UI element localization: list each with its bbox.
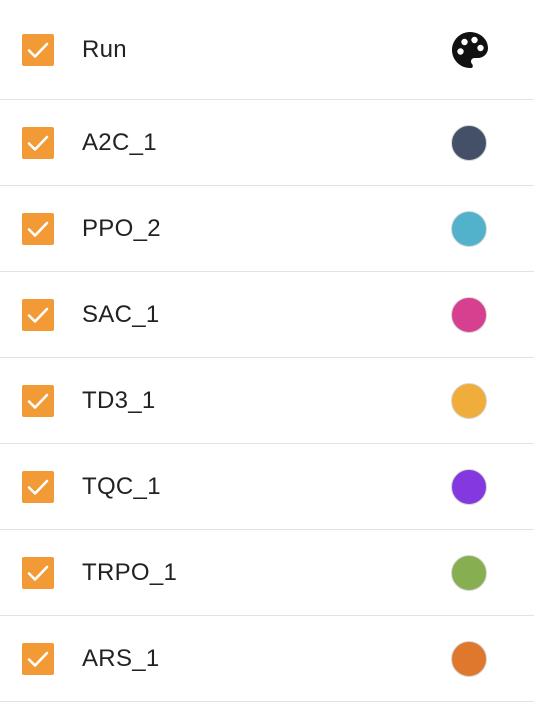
run-label: TRPO_1 <box>82 558 178 586</box>
run-label: TD3_1 <box>82 386 156 414</box>
run-color-swatch[interactable] <box>451 640 487 677</box>
run-row-sac-1: SAC_1 <box>0 272 534 358</box>
checkmark-icon <box>27 393 49 409</box>
run-checkbox[interactable] <box>22 126 54 159</box>
run-color-swatch[interactable] <box>451 382 487 419</box>
checkmark-icon <box>27 651 49 667</box>
checkmark-icon <box>27 221 49 237</box>
run-label: PPO_2 <box>82 214 161 242</box>
run-row-tqc-1: TQC_1 <box>0 444 534 530</box>
run-label: TQC_1 <box>82 472 161 500</box>
run-color-swatch[interactable] <box>451 124 487 161</box>
run-color-swatch[interactable] <box>451 296 487 333</box>
run-column-label: Run <box>82 35 127 63</box>
run-row-a2c-1: A2C_1 <box>0 100 534 186</box>
run-color-swatch[interactable] <box>451 468 487 505</box>
run-row-td3-1: TD3_1 <box>0 358 534 444</box>
run-list: Run A2C_1 PPO_2 SAC_1 TD3_1 TQC_1 TRPO_1… <box>0 0 534 702</box>
checkmark-icon <box>27 479 49 495</box>
run-row-ppo-2: PPO_2 <box>0 186 534 272</box>
run-color-swatch[interactable] <box>451 210 487 247</box>
run-checkbox[interactable] <box>22 556 54 589</box>
run-checkbox[interactable] <box>22 384 54 417</box>
checkmark-icon <box>27 565 49 581</box>
checkmark-icon <box>27 42 49 58</box>
run-checkbox[interactable] <box>22 642 54 675</box>
run-checkbox[interactable] <box>22 212 54 245</box>
run-row-trpo-1: TRPO_1 <box>0 530 534 616</box>
checkmark-icon <box>27 307 49 323</box>
run-label: SAC_1 <box>82 300 160 328</box>
run-label: A2C_1 <box>82 128 157 156</box>
select-all-checkbox[interactable] <box>22 33 54 66</box>
palette-icon[interactable] <box>450 30 490 70</box>
run-label: ARS_1 <box>82 644 160 672</box>
run-color-swatch[interactable] <box>451 554 487 591</box>
run-checkbox[interactable] <box>22 470 54 503</box>
run-row-ars-1: ARS_1 <box>0 616 534 702</box>
run-list-header: Run <box>0 0 534 100</box>
checkmark-icon <box>27 135 49 151</box>
run-checkbox[interactable] <box>22 298 54 331</box>
